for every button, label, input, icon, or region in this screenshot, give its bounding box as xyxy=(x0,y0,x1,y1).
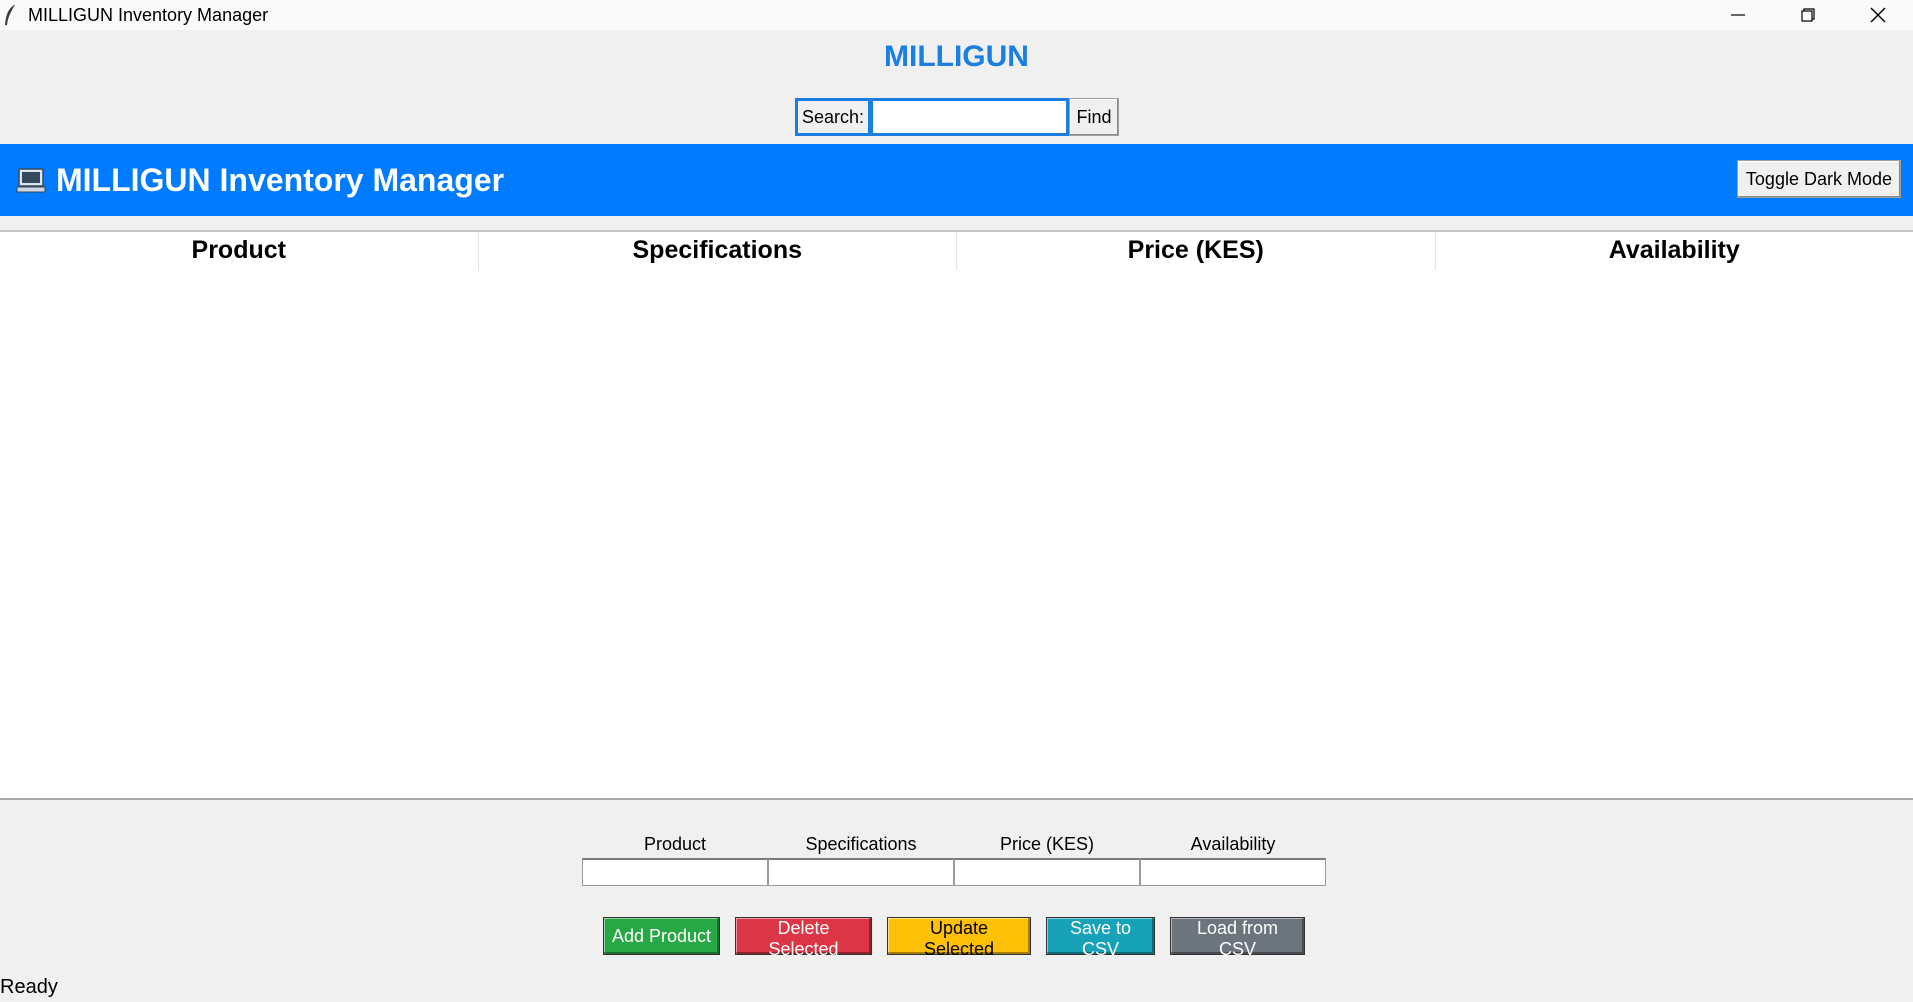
minimize-icon xyxy=(1731,14,1745,16)
find-button[interactable]: Find xyxy=(1069,98,1120,136)
update-selected-button[interactable]: Update Selected xyxy=(887,917,1031,959)
product-form: Product Specifications Price (KES) Avail… xyxy=(582,832,1326,886)
minimize-button[interactable] xyxy=(1703,0,1773,30)
search-input[interactable] xyxy=(868,98,1070,136)
computer-icon xyxy=(16,165,46,195)
product-label: Product xyxy=(643,834,707,854)
load-from-csv-button[interactable]: Load from CSV xyxy=(1170,917,1305,959)
column-header-specifications[interactable]: Specifications xyxy=(479,232,957,270)
search-bar: Search: Find xyxy=(795,98,1120,136)
action-buttons: Add Product Delete Selected Update Selec… xyxy=(603,917,1305,959)
specifications-label: Specifications xyxy=(805,834,917,854)
product-field: Product xyxy=(582,832,768,886)
close-icon xyxy=(1870,7,1886,23)
column-header-product[interactable]: Product xyxy=(0,232,479,270)
toggle-dark-mode-button[interactable]: Toggle Dark Mode xyxy=(1736,160,1901,198)
restore-button[interactable] xyxy=(1773,0,1843,30)
inventory-table[interactable]: Product Specifications Price (KES) Avail… xyxy=(0,230,1913,800)
status-bar: Ready xyxy=(0,976,58,998)
availability-input[interactable] xyxy=(1140,858,1326,886)
header-title: MILLIGUN Inventory Manager xyxy=(56,161,505,198)
window-title: MILLIGUN Inventory Manager xyxy=(28,4,269,25)
add-product-button[interactable]: Add Product xyxy=(603,917,720,955)
delete-selected-button[interactable]: Delete Selected xyxy=(735,917,872,959)
restore-icon xyxy=(1801,8,1815,22)
availability-label: Availability xyxy=(1190,834,1276,854)
table-header: Product Specifications Price (KES) Avail… xyxy=(0,232,1913,270)
header-bar: MILLIGUN Inventory Manager Toggle Dark M… xyxy=(0,144,1913,216)
price-label: Price (KES) xyxy=(999,834,1095,854)
window-titlebar: MILLIGUN Inventory Manager xyxy=(0,0,1913,30)
feather-icon xyxy=(2,3,22,27)
search-label: Search: xyxy=(795,98,869,136)
column-header-price[interactable]: Price (KES) xyxy=(957,232,1436,270)
brand-title: MILLIGUN xyxy=(884,40,1029,73)
close-button[interactable] xyxy=(1843,0,1913,30)
column-header-availability[interactable]: Availability xyxy=(1436,232,1913,270)
specifications-input[interactable] xyxy=(768,858,954,886)
window-controls xyxy=(1703,0,1913,30)
availability-field: Availability xyxy=(1140,832,1326,886)
price-input[interactable] xyxy=(954,858,1140,886)
price-field: Price (KES) xyxy=(954,832,1140,886)
specifications-field: Specifications xyxy=(768,832,954,886)
save-to-csv-button[interactable]: Save to CSV xyxy=(1046,917,1155,959)
product-input[interactable] xyxy=(582,858,768,886)
